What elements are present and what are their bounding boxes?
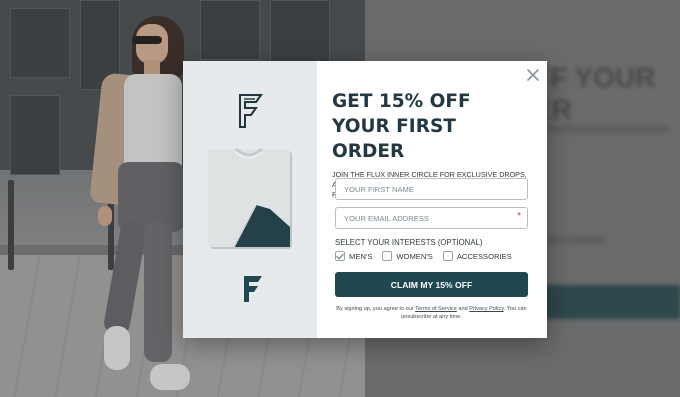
legal-text: By signing up, you agree to our Terms of… bbox=[335, 305, 528, 321]
interest-accessories[interactable]: ACCESSORIES bbox=[442, 251, 512, 261]
mens-label: MEN'S bbox=[349, 251, 373, 261]
close-icon[interactable] bbox=[525, 67, 541, 83]
modal-image-panel bbox=[183, 61, 317, 338]
email-field[interactable]: * bbox=[335, 207, 528, 229]
claim-discount-button[interactable]: CLAIM MY 15% OFF bbox=[335, 272, 528, 297]
folded-tshirt-image bbox=[208, 147, 292, 249]
first-name-field[interactable] bbox=[335, 178, 528, 200]
flux-logo-icon bbox=[239, 94, 263, 128]
mens-checkbox[interactable] bbox=[335, 251, 345, 261]
womens-label: WOMEN'S bbox=[396, 251, 433, 261]
accessories-checkbox[interactable] bbox=[442, 251, 453, 261]
email-input[interactable] bbox=[336, 208, 527, 229]
interests-checkboxes: MEN'S WOMEN'S ACCESSORIES bbox=[335, 251, 522, 261]
terms-of-service-link[interactable]: Terms of Service bbox=[415, 306, 457, 312]
modal-headline: GET 15% OFF YOUR FIRST ORDER bbox=[332, 91, 471, 162]
interest-mens[interactable]: MEN'S bbox=[335, 251, 372, 261]
accessories-label: ACCESSORIES bbox=[456, 251, 512, 261]
interests-label: SELECT YOUR INTERESTS (OPTIONAL) bbox=[335, 238, 483, 247]
interest-womens[interactable]: WOMEN'S bbox=[382, 251, 433, 261]
close-button[interactable] bbox=[525, 67, 541, 83]
legal-prefix: By signing up, you agree to our bbox=[336, 306, 414, 312]
flux-logo-solid-icon bbox=[244, 276, 262, 302]
first-name-input[interactable] bbox=[336, 179, 527, 200]
privacy-policy-link[interactable]: Privacy Policy bbox=[469, 306, 503, 312]
required-indicator: * bbox=[517, 211, 521, 222]
womens-checkbox[interactable] bbox=[382, 251, 393, 261]
legal-and: and bbox=[458, 306, 468, 312]
signup-modal: GET 15% OFF YOUR FIRST ORDER JOIN THE FL… bbox=[183, 61, 547, 338]
